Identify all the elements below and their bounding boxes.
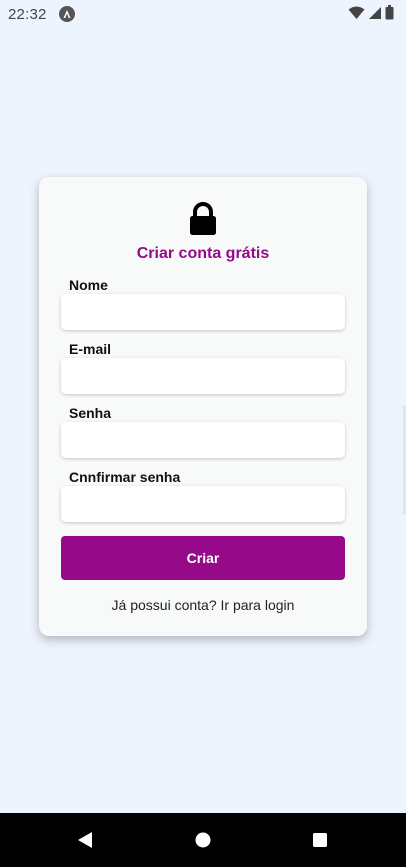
wifi-icon <box>348 6 365 25</box>
name-label: Nome <box>69 277 108 293</box>
status-icons <box>348 5 394 25</box>
battery-icon <box>385 5 394 25</box>
email-input[interactable] <box>61 358 345 394</box>
status-bar: 22:32 <box>0 0 406 28</box>
home-icon[interactable] <box>192 829 214 851</box>
password-label: Senha <box>69 405 112 421</box>
back-icon[interactable] <box>74 829 96 851</box>
name-input[interactable] <box>61 294 345 330</box>
confirm-password-label: Cnnfirmar senha <box>69 469 181 485</box>
signup-card: Criar conta grátis Nome E-mail Senha Cnn… <box>39 177 367 636</box>
form-title: Criar conta grátis <box>136 245 270 262</box>
login-link[interactable]: Já possui conta? Ir para login <box>39 597 367 613</box>
status-time: 22:32 <box>8 5 47 23</box>
lock-icon <box>189 202 217 236</box>
confirm-password-input[interactable] <box>61 486 345 522</box>
signal-icon <box>368 6 382 25</box>
navigation-bar <box>0 813 406 867</box>
recents-icon[interactable] <box>309 829 331 851</box>
a-icon <box>58 6 75 22</box>
create-account-button[interactable]: Criar <box>61 536 345 580</box>
email-label: E-mail <box>69 341 112 357</box>
password-input[interactable] <box>61 422 345 458</box>
